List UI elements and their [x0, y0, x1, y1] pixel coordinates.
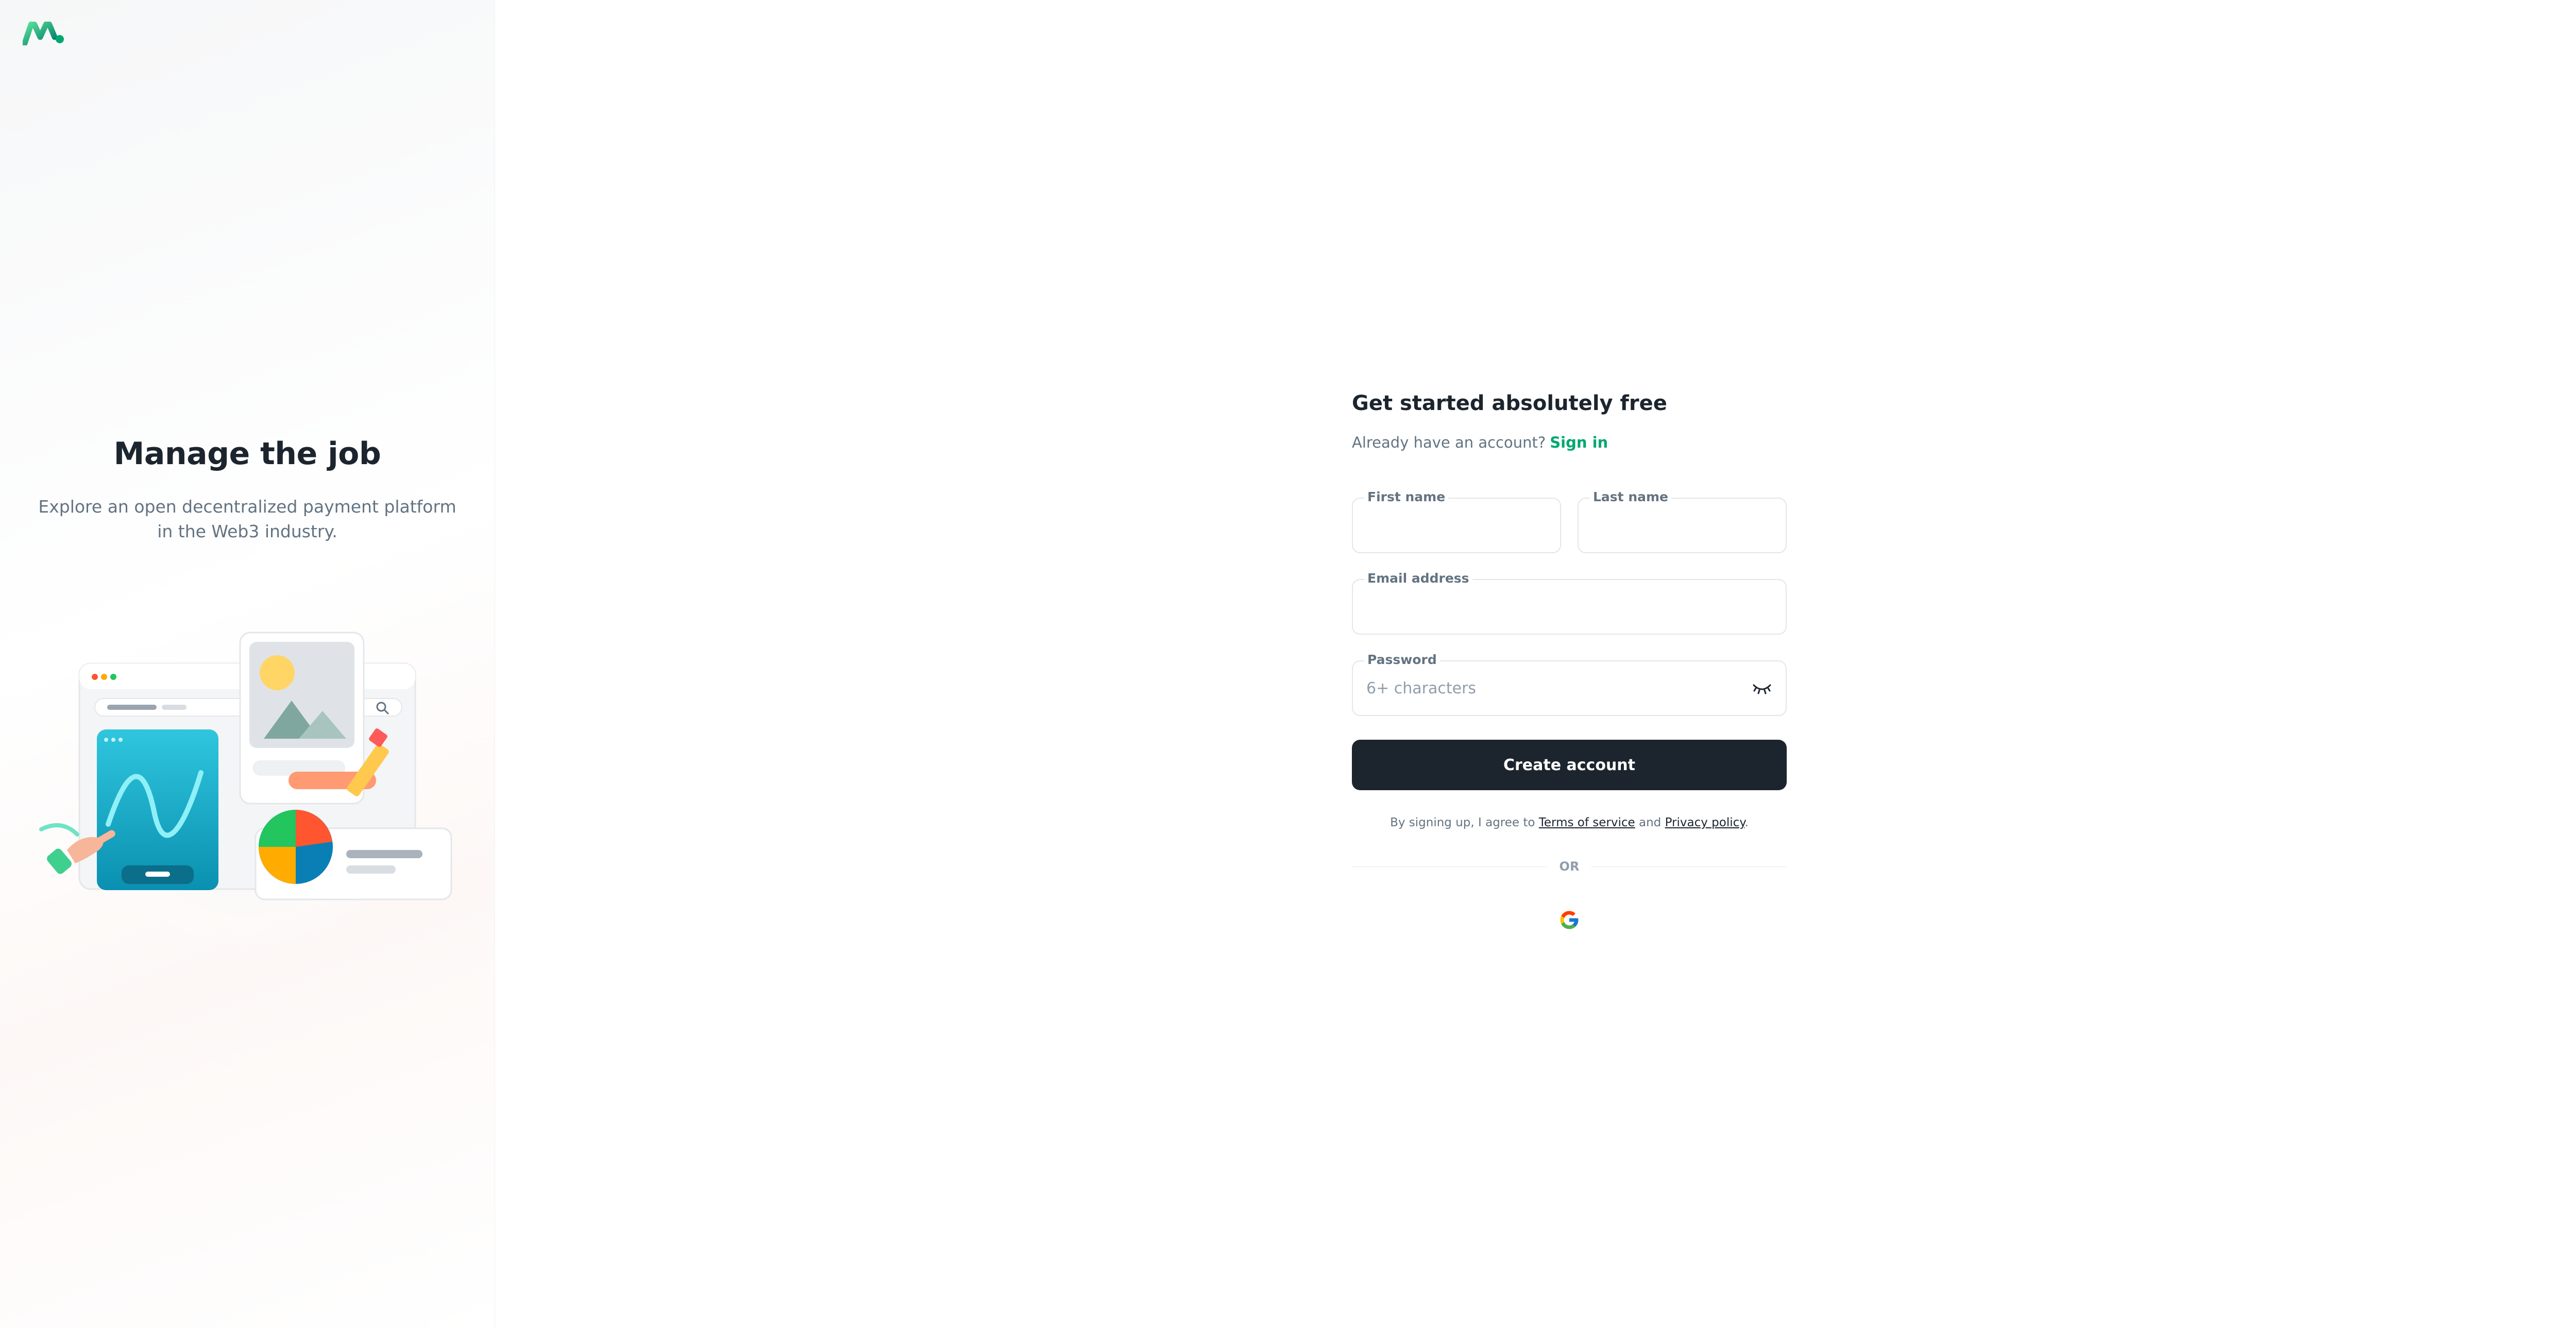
hero-title: Manage the job — [113, 436, 381, 472]
privacy-policy-link[interactable]: Privacy policy — [1665, 816, 1745, 829]
form-title: Get started absolutely free — [1352, 391, 1667, 415]
eye-closed-icon[interactable] — [1752, 679, 1772, 697]
google-signin-button[interactable] — [1554, 905, 1585, 935]
first-name-input[interactable] — [1366, 499, 1517, 552]
terms-of-service-link[interactable]: Terms of service — [1539, 816, 1635, 829]
email-field[interactable]: Email address — [1352, 571, 1787, 635]
terms-suffix: . — [1744, 816, 1749, 829]
google-icon — [1560, 911, 1579, 929]
terms-text: By signing up, I agree to Terms of servi… — [1352, 816, 1787, 829]
email-input[interactable] — [1366, 580, 1742, 634]
last-name-input[interactable] — [1592, 499, 1742, 552]
brand-logo-icon[interactable] — [23, 22, 65, 45]
password-field[interactable]: Password — [1352, 652, 1787, 716]
terms-and: and — [1639, 816, 1662, 829]
terms-prefix: By signing up, I agree to — [1390, 816, 1535, 829]
have-account-text: Already have an account? — [1352, 434, 1546, 451]
divider-line-right — [1591, 866, 1787, 867]
or-divider: OR — [1352, 857, 1787, 876]
left-panel: Manage the job Explore an open decentral… — [0, 0, 495, 1328]
dashboard-illustration — [39, 628, 452, 958]
password-input[interactable] — [1366, 661, 1742, 715]
last-name-field[interactable]: Last name — [1578, 489, 1787, 553]
hero-subtitle: Explore an open decentralized payment pl… — [38, 497, 456, 541]
first-name-field[interactable]: First name — [1352, 489, 1561, 553]
signin-prompt: Already have an account? Sign in — [1352, 434, 1608, 451]
create-account-button[interactable]: Create account — [1352, 740, 1787, 790]
signin-link[interactable]: Sign in — [1550, 434, 1608, 451]
